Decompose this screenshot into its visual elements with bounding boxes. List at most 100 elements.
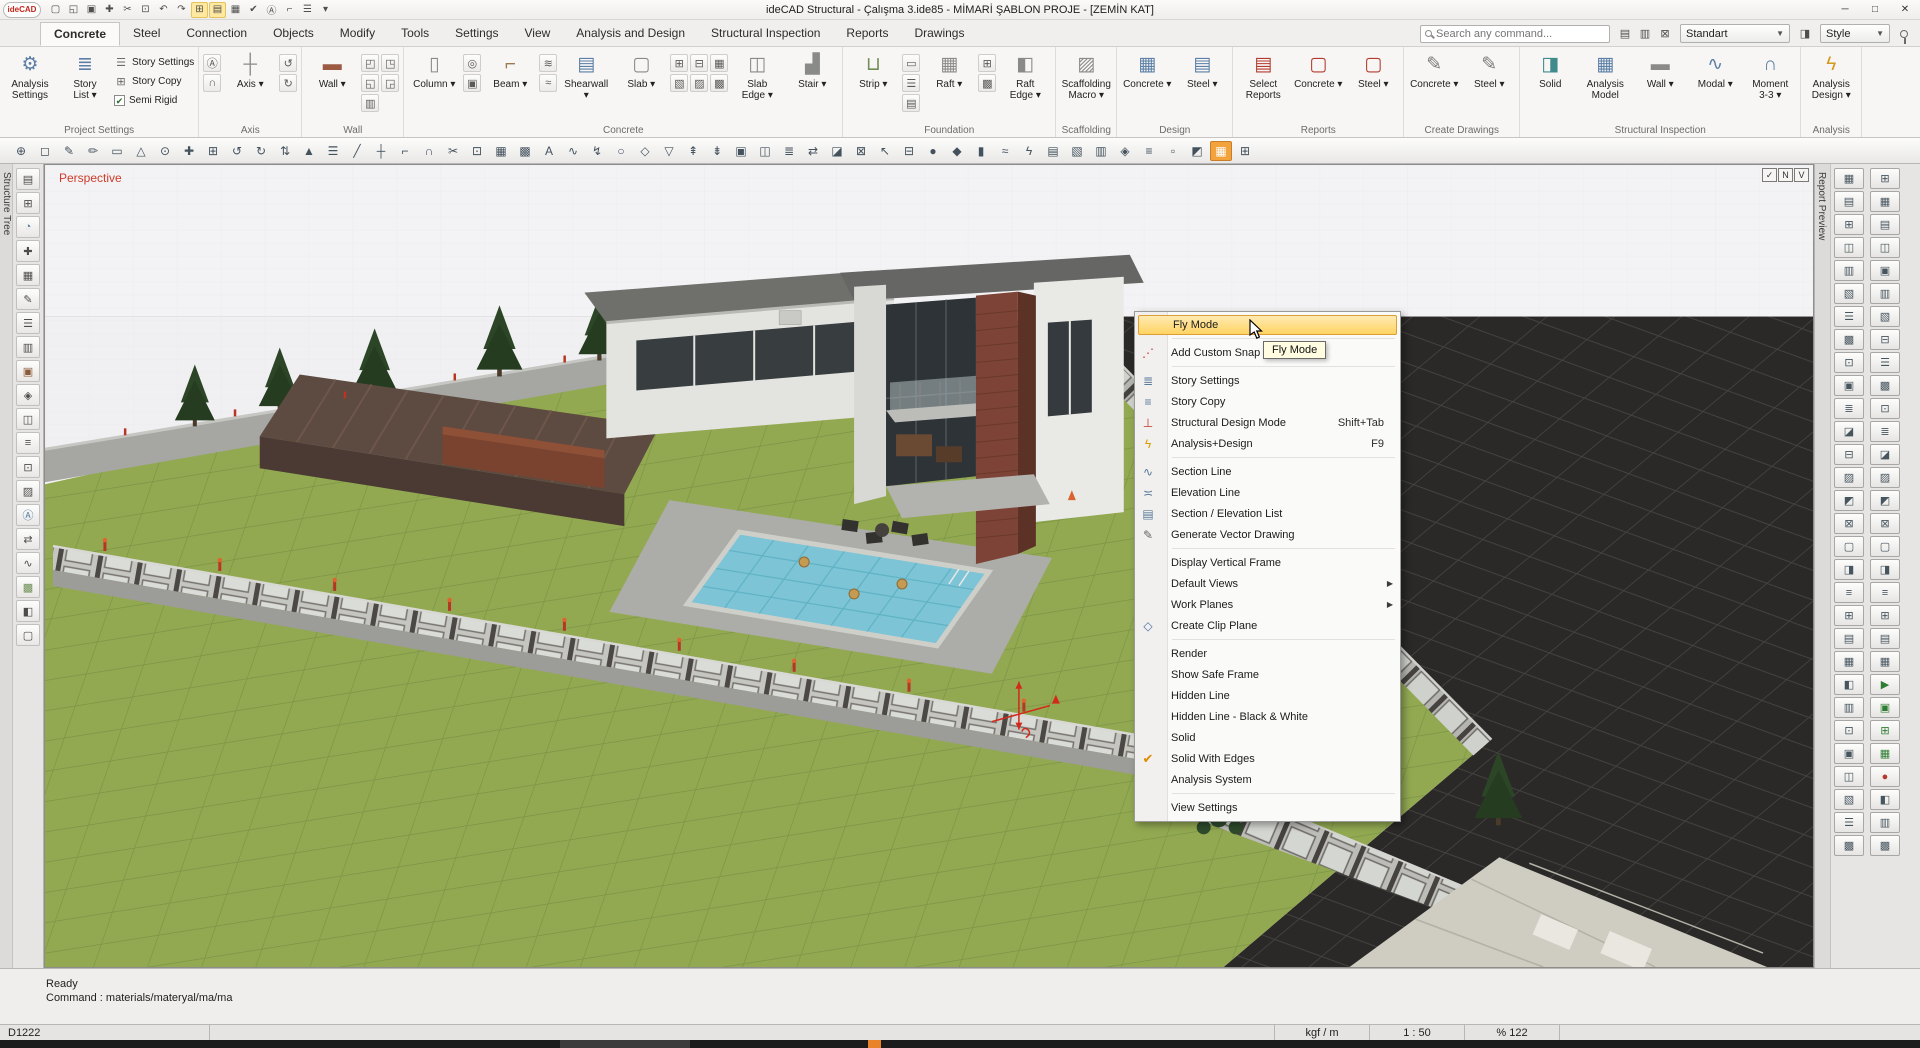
left-tool-3-icon[interactable]: ✚ [16,240,40,262]
concrete-tool-4-icon[interactable]: ▨ [690,74,708,92]
tabbar-opt-2-icon[interactable]: ⊠ [1656,25,1674,43]
viewport-nav-2[interactable]: V [1794,168,1809,182]
standart-select[interactable]: Standart ▼ [1680,24,1790,43]
right1-tool-5-icon[interactable]: ▧ [1834,283,1864,304]
report-preview-tab[interactable]: Report Preview [1815,164,1828,248]
concrete-tool-0-icon[interactable]: ≋ [539,54,557,72]
hatch-icon[interactable]: ▦ [227,2,244,18]
right1-tool-13-icon[interactable]: ▨ [1834,467,1864,488]
axis-button[interactable]: ┼Axis ▾ [224,49,276,117]
tab-analysis-and-design[interactable]: Analysis and Design [563,22,698,46]
left-tool-7-icon[interactable]: ▥ [16,336,40,358]
checkbox-icon[interactable]: ✔ [114,95,125,106]
tabbar-opt-1-icon[interactable]: ▥ [1636,25,1654,43]
draw-tool-4-icon[interactable]: ▭ [106,141,128,161]
draw-tool-36-icon[interactable]: ↖ [874,141,896,161]
draw-tool-38-icon[interactable]: ● [922,141,944,161]
right1-tool-24-icon[interactable]: ⊡ [1834,720,1864,741]
wall-tool-2-icon[interactable]: ◱ [361,74,379,92]
draw-tool-3-icon[interactable]: ✏ [82,141,104,161]
check-icon[interactable]: ✔ [245,2,262,18]
unit-indicator[interactable]: kgf / m [1275,1025,1370,1040]
analysis-model-button[interactable]: ▦Analysis Model [1579,49,1631,117]
stair-button[interactable]: ▟Stair ▾ [786,49,838,117]
right1-tool-21-icon[interactable]: ▦ [1834,651,1864,672]
draw-tool-34-icon[interactable]: ◪ [826,141,848,161]
concrete-tool-0-icon[interactable]: ◎ [463,54,481,72]
steel-button[interactable]: ▢Steel ▾ [1347,49,1399,117]
concrete-button[interactable]: ▦Concrete ▾ [1121,49,1173,117]
draw-tool-29-icon[interactable]: ⇟ [706,141,728,161]
draw-tool-31-icon[interactable]: ◫ [754,141,776,161]
draw-tool-43-icon[interactable]: ▤ [1042,141,1064,161]
modal-button[interactable]: ∿Modal ▾ [1689,49,1741,117]
concrete-button[interactable]: ✎Concrete ▾ [1408,49,1460,117]
slab-edge-button[interactable]: ◫Slab Edge ▾ [731,49,783,117]
right2-tool-1-icon[interactable]: ▦ [1870,191,1900,212]
draw-tool-19-icon[interactable]: ⊡ [466,141,488,161]
left-tool-11-icon[interactable]: ≡ [16,432,40,454]
draw-tool-24-icon[interactable]: ↯ [586,141,608,161]
right2-tool-10-icon[interactable]: ⊡ [1870,398,1900,419]
draw-tool-22-icon[interactable]: A [538,141,560,161]
draw-tool-23-icon[interactable]: ∿ [562,141,584,161]
draw-tool-44-icon[interactable]: ▧ [1066,141,1088,161]
right2-tool-12-icon[interactable]: ◪ [1870,444,1900,465]
tab-concrete[interactable]: Concrete [40,22,120,46]
right1-tool-17-icon[interactable]: ◨ [1834,559,1864,580]
tab-modify[interactable]: Modify [327,22,388,46]
solid-button[interactable]: ◨Solid [1524,49,1576,117]
left-tool-13-icon[interactable]: ▨ [16,480,40,502]
draw-tool-41-icon[interactable]: ≈ [994,141,1016,161]
right2-tool-11-icon[interactable]: ≣ [1870,421,1900,442]
right2-tool-5-icon[interactable]: ▥ [1870,283,1900,304]
draw-tool-30-icon[interactable]: ▣ [730,141,752,161]
right2-tool-22-icon[interactable]: ▶ [1870,674,1900,695]
right2-tool-7-icon[interactable]: ⊟ [1870,329,1900,350]
draw-tool-32-icon[interactable]: ≣ [778,141,800,161]
draw-tool-17-icon[interactable]: ∩ [418,141,440,161]
draw-tool-40-icon[interactable]: ▮ [970,141,992,161]
left-tool-6-icon[interactable]: ☰ [16,312,40,334]
draw-tool-46-icon[interactable]: ◈ [1114,141,1136,161]
left-tool-5-icon[interactable]: ✎ [16,288,40,310]
foundation-tool-2-icon[interactable]: ▤ [902,94,920,112]
left-tool-14-icon[interactable]: Ⓐ [16,504,40,526]
select-reports-button[interactable]: ▤Select Reports [1237,49,1289,117]
right2-tool-15-icon[interactable]: ⊠ [1870,513,1900,534]
search-input[interactable] [1436,28,1605,40]
left-tool-18-icon[interactable]: ◧ [16,600,40,622]
right1-tool-28-icon[interactable]: ☰ [1834,812,1864,833]
left-tool-2-icon[interactable]: ◔ [16,216,40,238]
redo-icon[interactable]: ↷ [173,2,190,18]
story-settings-button[interactable]: ☰Story Settings [114,54,194,70]
tabbar-style-0-icon[interactable]: ◨ [1796,25,1814,43]
left-tool-17-icon[interactable]: ▩ [16,576,40,598]
draw-tool-11-icon[interactable]: ⇅ [274,141,296,161]
axis-tool-0-icon[interactable]: Ⓐ [203,54,221,72]
steel-button[interactable]: ▤Steel ▾ [1176,49,1228,117]
tab-connection[interactable]: Connection [173,22,260,46]
concrete-tool-0-icon[interactable]: ⊞ [670,54,688,72]
left-tool-0-icon[interactable]: ▤ [16,168,40,190]
right1-tool-8-icon[interactable]: ⊡ [1834,352,1864,373]
axis-tool-1-icon[interactable]: ∩ [203,74,221,92]
right2-tool-2-icon[interactable]: ▤ [1870,214,1900,235]
wall-tool-0-icon[interactable]: ◰ [361,54,379,72]
right2-tool-0-icon[interactable]: ⊞ [1870,168,1900,189]
right2-tool-29-icon[interactable]: ▩ [1870,835,1900,856]
right2-tool-28-icon[interactable]: ▥ [1870,812,1900,833]
draw-tool-0-icon[interactable]: ⊕ [10,141,32,161]
right1-tool-22-icon[interactable]: ◧ [1834,674,1864,695]
story-copy-button[interactable]: ⊞Story Copy [114,73,194,89]
analysis-design-button[interactable]: ϟAnalysis Design ▾ [1805,49,1857,117]
left-tool-4-icon[interactable]: ▦ [16,264,40,286]
right1-tool-4-icon[interactable]: ▥ [1834,260,1864,281]
draw-tool-1-icon[interactable]: ◻ [34,141,56,161]
tab-settings[interactable]: Settings [442,22,511,46]
wall-tool-3-icon[interactable]: ◲ [381,74,399,92]
right1-tool-7-icon[interactable]: ▩ [1834,329,1864,350]
left-tool-19-icon[interactable]: ▢ [16,624,40,646]
structure-tree-tab[interactable]: Structure Tree [0,164,13,243]
slab-button[interactable]: ▢Slab ▾ [615,49,667,117]
